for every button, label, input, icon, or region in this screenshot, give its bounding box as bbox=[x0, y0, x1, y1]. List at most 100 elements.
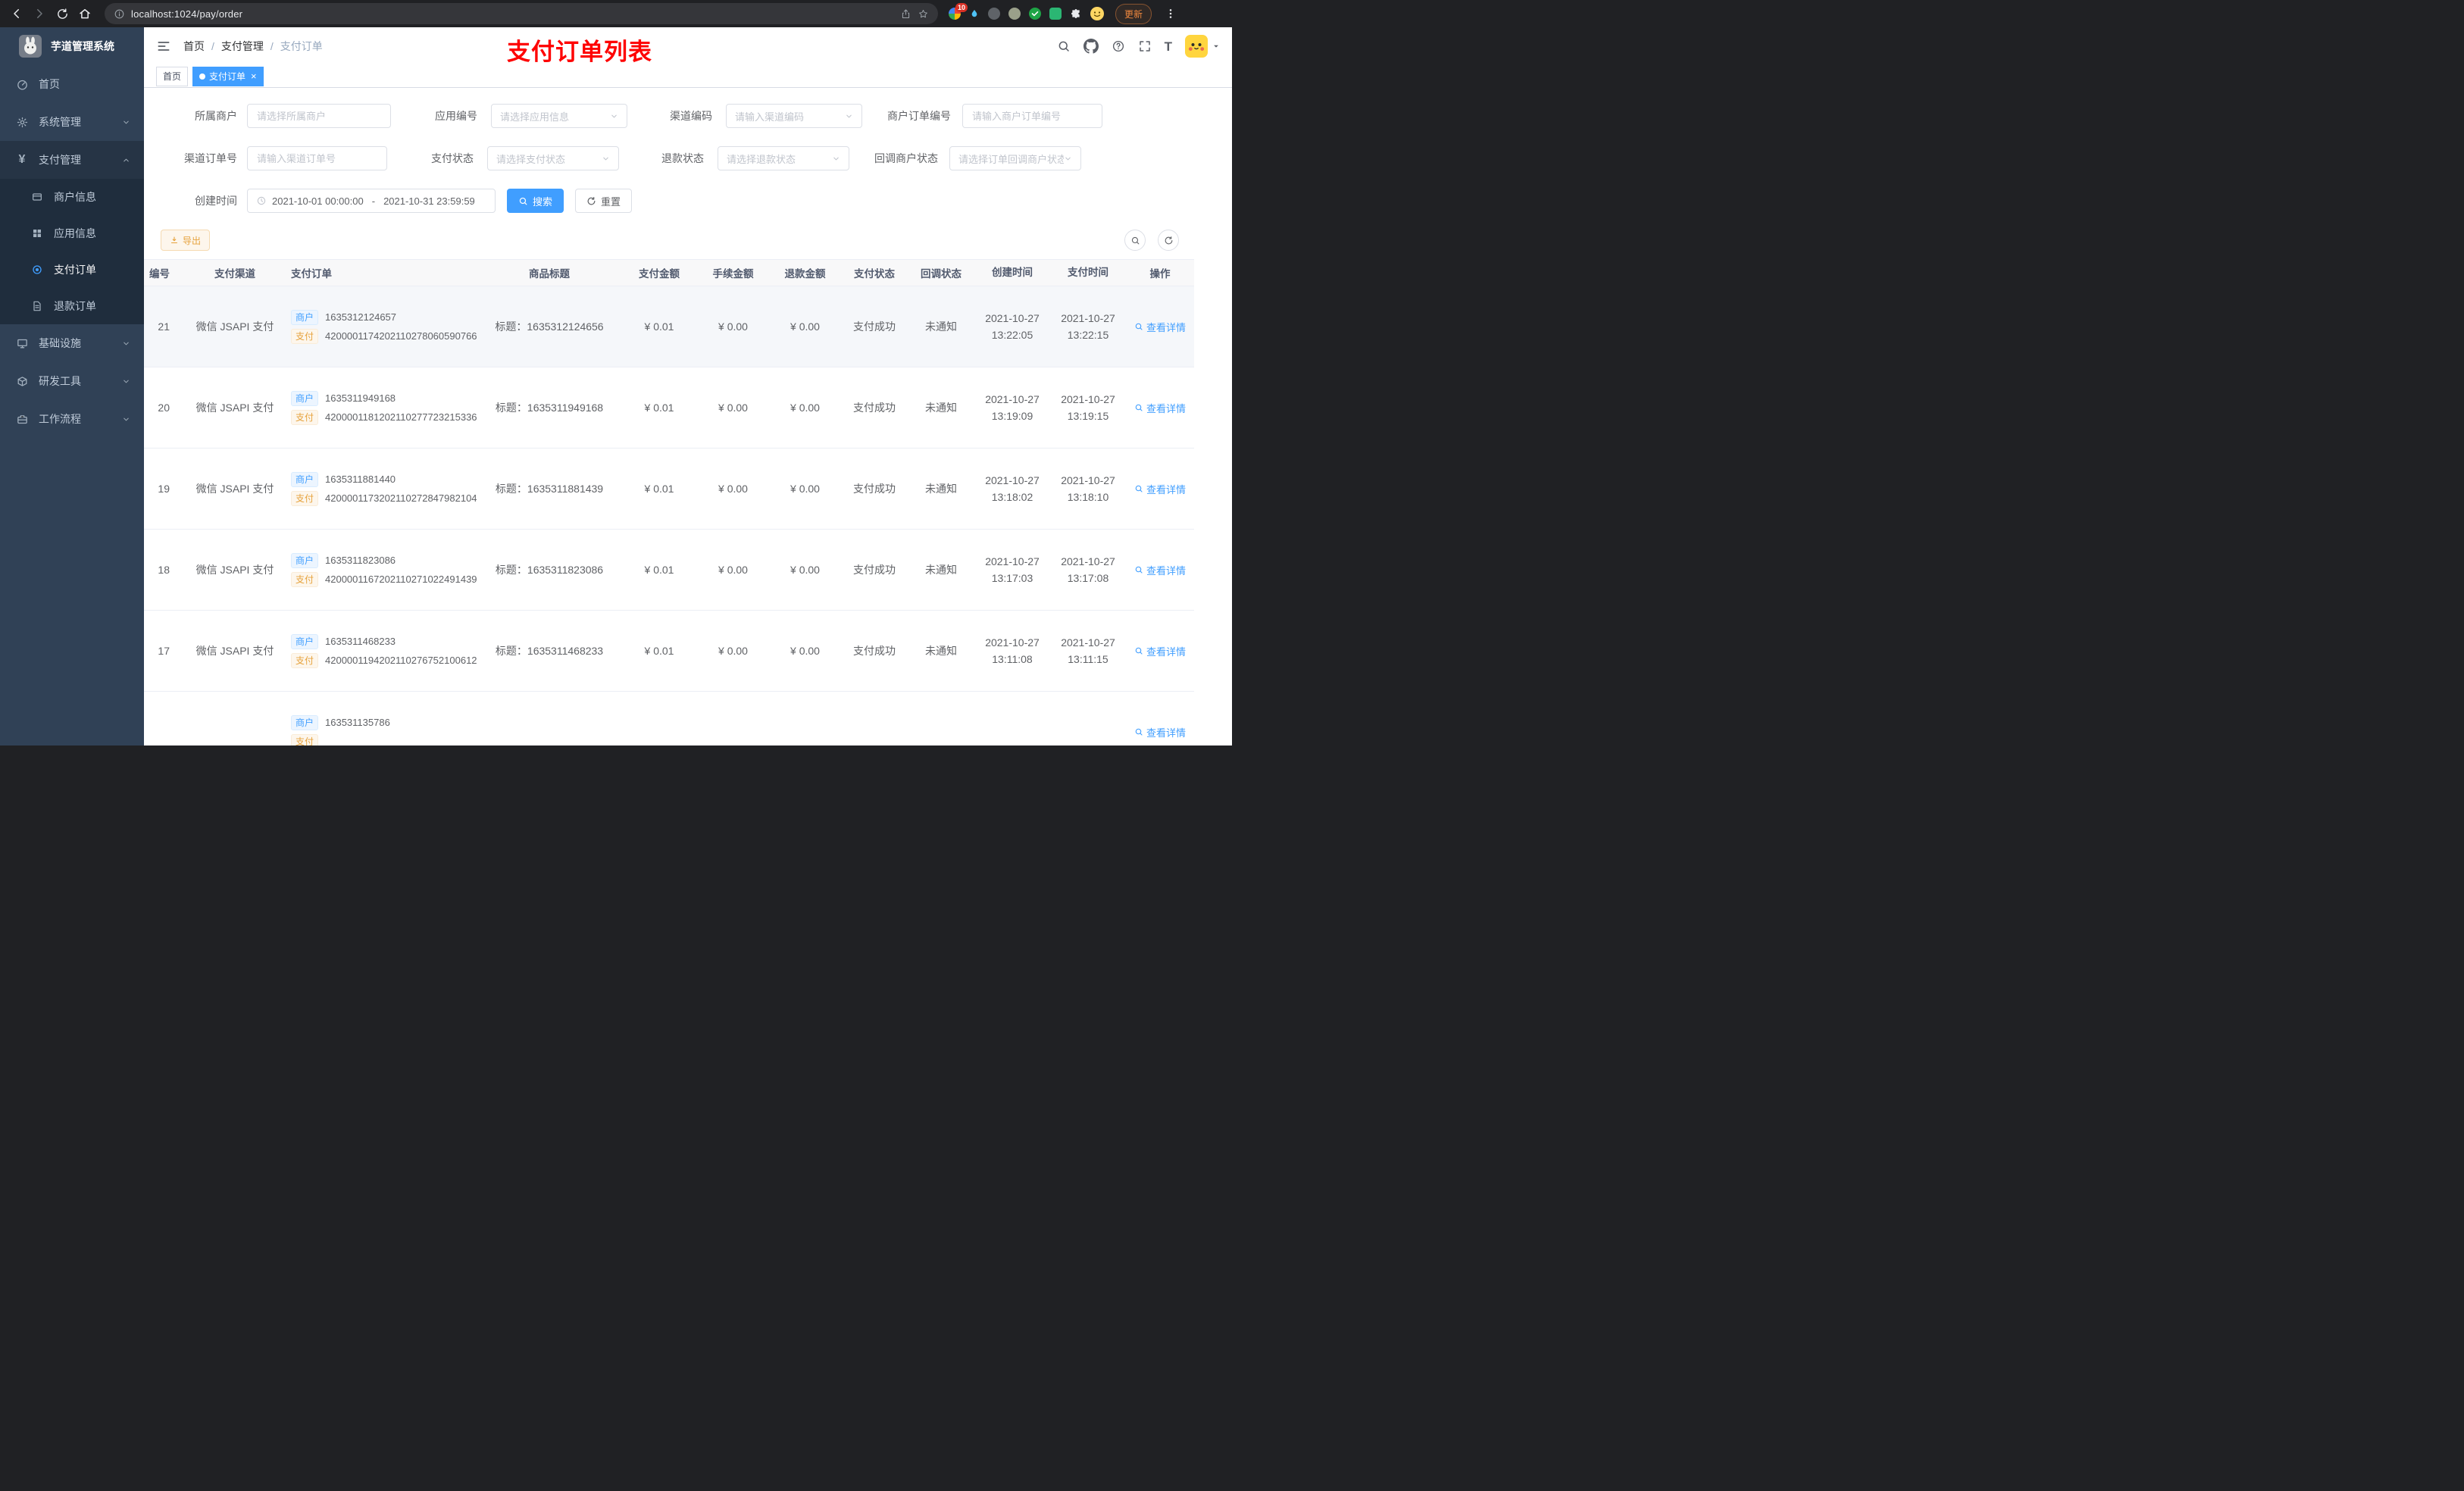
sidebar-logo[interactable]: 芋道管理系统 bbox=[0, 27, 144, 65]
extension-icon[interactable]: 10 bbox=[949, 3, 968, 20]
export-button[interactable]: 导出 bbox=[161, 230, 211, 251]
browser-refresh-icon[interactable] bbox=[52, 3, 73, 24]
pay-order-no: 4200001194202110276752100612 bbox=[325, 655, 477, 666]
reset-button[interactable]: 重置 bbox=[575, 189, 633, 213]
filter-label-pay-status: 支付状态 bbox=[431, 152, 474, 164]
notify-status-select[interactable]: 请选择订单回调商户状态 bbox=[949, 146, 1081, 170]
clock-icon bbox=[256, 195, 267, 206]
font-size-icon[interactable]: T bbox=[1165, 40, 1172, 53]
help-icon[interactable] bbox=[1112, 39, 1125, 53]
app-title: 芋道管理系统 bbox=[51, 40, 114, 52]
extension-check-icon[interactable] bbox=[1029, 8, 1041, 20]
filter-label-notify-status: 回调商户状态 bbox=[874, 152, 938, 164]
col-channel: 支付渠道 bbox=[214, 268, 255, 280]
extension-icon[interactable] bbox=[988, 8, 1000, 20]
pay-order-no: 4200001181202110277723215336 bbox=[325, 411, 477, 423]
view-detail-link[interactable]: 查看详情 bbox=[1134, 482, 1186, 496]
pay-order-no: 4200001167202110271022491439 bbox=[325, 574, 477, 585]
col-order: 支付订单 bbox=[291, 268, 332, 280]
merchant-order-no-input[interactable] bbox=[962, 104, 1102, 128]
cell-status: 支付成功 bbox=[853, 483, 896, 495]
range-start-value: 2021-10-01 00:00:00 bbox=[272, 195, 364, 207]
view-detail-link[interactable]: 查看详情 bbox=[1134, 644, 1186, 658]
sidebar-item-workflow[interactable]: 工作流程 bbox=[0, 400, 144, 438]
pay-tag: 支付 bbox=[291, 328, 319, 344]
sidebar-item-refund-order[interactable]: 退款订单 bbox=[0, 288, 144, 324]
sidebar-item-system[interactable]: 系统管理 bbox=[0, 103, 144, 141]
sidebar-item-home[interactable]: 首页 bbox=[0, 65, 144, 103]
channel-order-no-input[interactable] bbox=[247, 146, 387, 170]
breadcrumb-payment[interactable]: 支付管理 bbox=[221, 39, 264, 54]
search-icon[interactable] bbox=[1057, 39, 1071, 53]
pay-status-select[interactable]: 请选择支付状态 bbox=[487, 146, 619, 170]
tab-close-icon[interactable]: × bbox=[251, 71, 257, 81]
caret-down-icon bbox=[1212, 42, 1220, 50]
bookmark-star-icon[interactable] bbox=[918, 8, 929, 20]
cell-amount: ¥ 0.01 bbox=[644, 564, 674, 576]
tab-pay-order[interactable]: 支付订单 × bbox=[192, 66, 264, 86]
col-create-time: 创建时间 bbox=[992, 267, 1033, 278]
view-detail-link[interactable]: 查看详情 bbox=[1134, 401, 1186, 415]
pay-tag: 支付 bbox=[291, 409, 319, 425]
breadcrumb-home[interactable]: 首页 bbox=[183, 39, 205, 54]
pay-tag: 支付 bbox=[291, 652, 319, 668]
cell-status: 支付成功 bbox=[853, 564, 896, 576]
browser-forward-icon[interactable] bbox=[29, 3, 50, 24]
orders-table: 编号 支付渠道 支付订单 商品标题 支付金额 手续金额 退款金额 支付状态 回调… bbox=[144, 259, 1232, 746]
chrome-update-button[interactable]: 更新 bbox=[1115, 3, 1152, 24]
sidebar-item-pay-order[interactable]: 支付订单 bbox=[0, 252, 144, 288]
site-info-icon[interactable] bbox=[114, 8, 125, 20]
sidebar-item-merchant-info[interactable]: 商户信息 bbox=[0, 179, 144, 215]
search-button[interactable]: 搜索 bbox=[507, 189, 564, 213]
sidebar-toggle-icon[interactable] bbox=[156, 39, 171, 54]
github-icon[interactable] bbox=[1083, 39, 1099, 54]
create-time-range-picker[interactable]: 2021-10-01 00:00:00 - 2021-10-31 23:59:5… bbox=[247, 189, 496, 213]
browser-back-icon[interactable] bbox=[6, 3, 27, 24]
select-caret-icon bbox=[832, 155, 840, 163]
extension-drop-icon[interactable] bbox=[969, 8, 980, 20]
extension-icon[interactable] bbox=[1008, 8, 1021, 20]
cell-notify: 未通知 bbox=[925, 645, 957, 657]
merchant-input[interactable] bbox=[247, 104, 391, 128]
merchant-order-no: 1635311949168 bbox=[325, 392, 396, 404]
cell-status: 支付成功 bbox=[853, 645, 896, 657]
user-avatar bbox=[1185, 35, 1208, 58]
toggle-search-icon-button[interactable] bbox=[1124, 230, 1146, 251]
address-bar[interactable]: localhost:1024/pay/order bbox=[105, 3, 938, 24]
merchant-tag: 商户 bbox=[291, 714, 319, 730]
fullscreen-icon[interactable] bbox=[1138, 39, 1152, 53]
sidebar-item-infra[interactable]: 基础设施 bbox=[0, 324, 144, 362]
cell-pay-time: 2021-10-27 13:17:08 bbox=[1061, 555, 1115, 584]
sidebar-item-app-info[interactable]: 应用信息 bbox=[0, 215, 144, 252]
cell-create-time: 2021-10-27 13:22:05 bbox=[985, 312, 1040, 341]
box-icon bbox=[15, 374, 29, 388]
view-detail-link[interactable]: 查看详情 bbox=[1134, 320, 1186, 334]
app-no-select[interactable]: 请选择应用信息 bbox=[491, 104, 627, 128]
view-detail-link[interactable]: 查看详情 bbox=[1134, 563, 1186, 577]
sidebar-item-dev-tools[interactable]: 研发工具 bbox=[0, 362, 144, 400]
channel-code-select[interactable]: 请输入渠道编码 bbox=[726, 104, 862, 128]
browser-home-icon[interactable] bbox=[74, 3, 95, 24]
sidebar-item-payment[interactable]: ¥ 支付管理 bbox=[0, 141, 144, 179]
extensions-puzzle-icon[interactable] bbox=[1070, 8, 1082, 20]
refund-status-select[interactable]: 请选择退款状态 bbox=[718, 146, 849, 170]
col-refund: 退款金额 bbox=[784, 268, 826, 280]
tab-home[interactable]: 首页 bbox=[156, 66, 189, 86]
tags-view-bar: 首页 支付订单 × bbox=[144, 65, 1232, 88]
page-content: 所属商户 应用编号 请选择应用信息 渠道编码 请输入渠道编码 商户订单编号 渠道… bbox=[144, 88, 1232, 746]
cell-id: 18 bbox=[158, 564, 170, 576]
cell-refund: ¥ 0.00 bbox=[790, 320, 820, 333]
view-detail-link[interactable]: 查看详情 bbox=[1134, 725, 1186, 739]
select-caret-icon bbox=[610, 112, 618, 120]
extension-icon[interactable] bbox=[1049, 8, 1062, 20]
cell-title: 标题：1635312124656 bbox=[495, 320, 604, 333]
refresh-table-icon-button[interactable] bbox=[1158, 230, 1179, 251]
profile-avatar-icon[interactable] bbox=[1090, 7, 1104, 20]
user-avatar-menu[interactable] bbox=[1185, 35, 1220, 58]
browser-menu-icon[interactable] bbox=[1165, 8, 1177, 20]
cell-fee: ¥ 0.00 bbox=[718, 645, 748, 657]
payment-submenu: 商户信息 应用信息 支付订单 退款订单 bbox=[0, 179, 144, 324]
cell-pay-time: 2021-10-27 13:11:15 bbox=[1061, 636, 1115, 665]
share-icon[interactable] bbox=[900, 8, 911, 20]
cell-amount: ¥ 0.01 bbox=[644, 320, 674, 333]
